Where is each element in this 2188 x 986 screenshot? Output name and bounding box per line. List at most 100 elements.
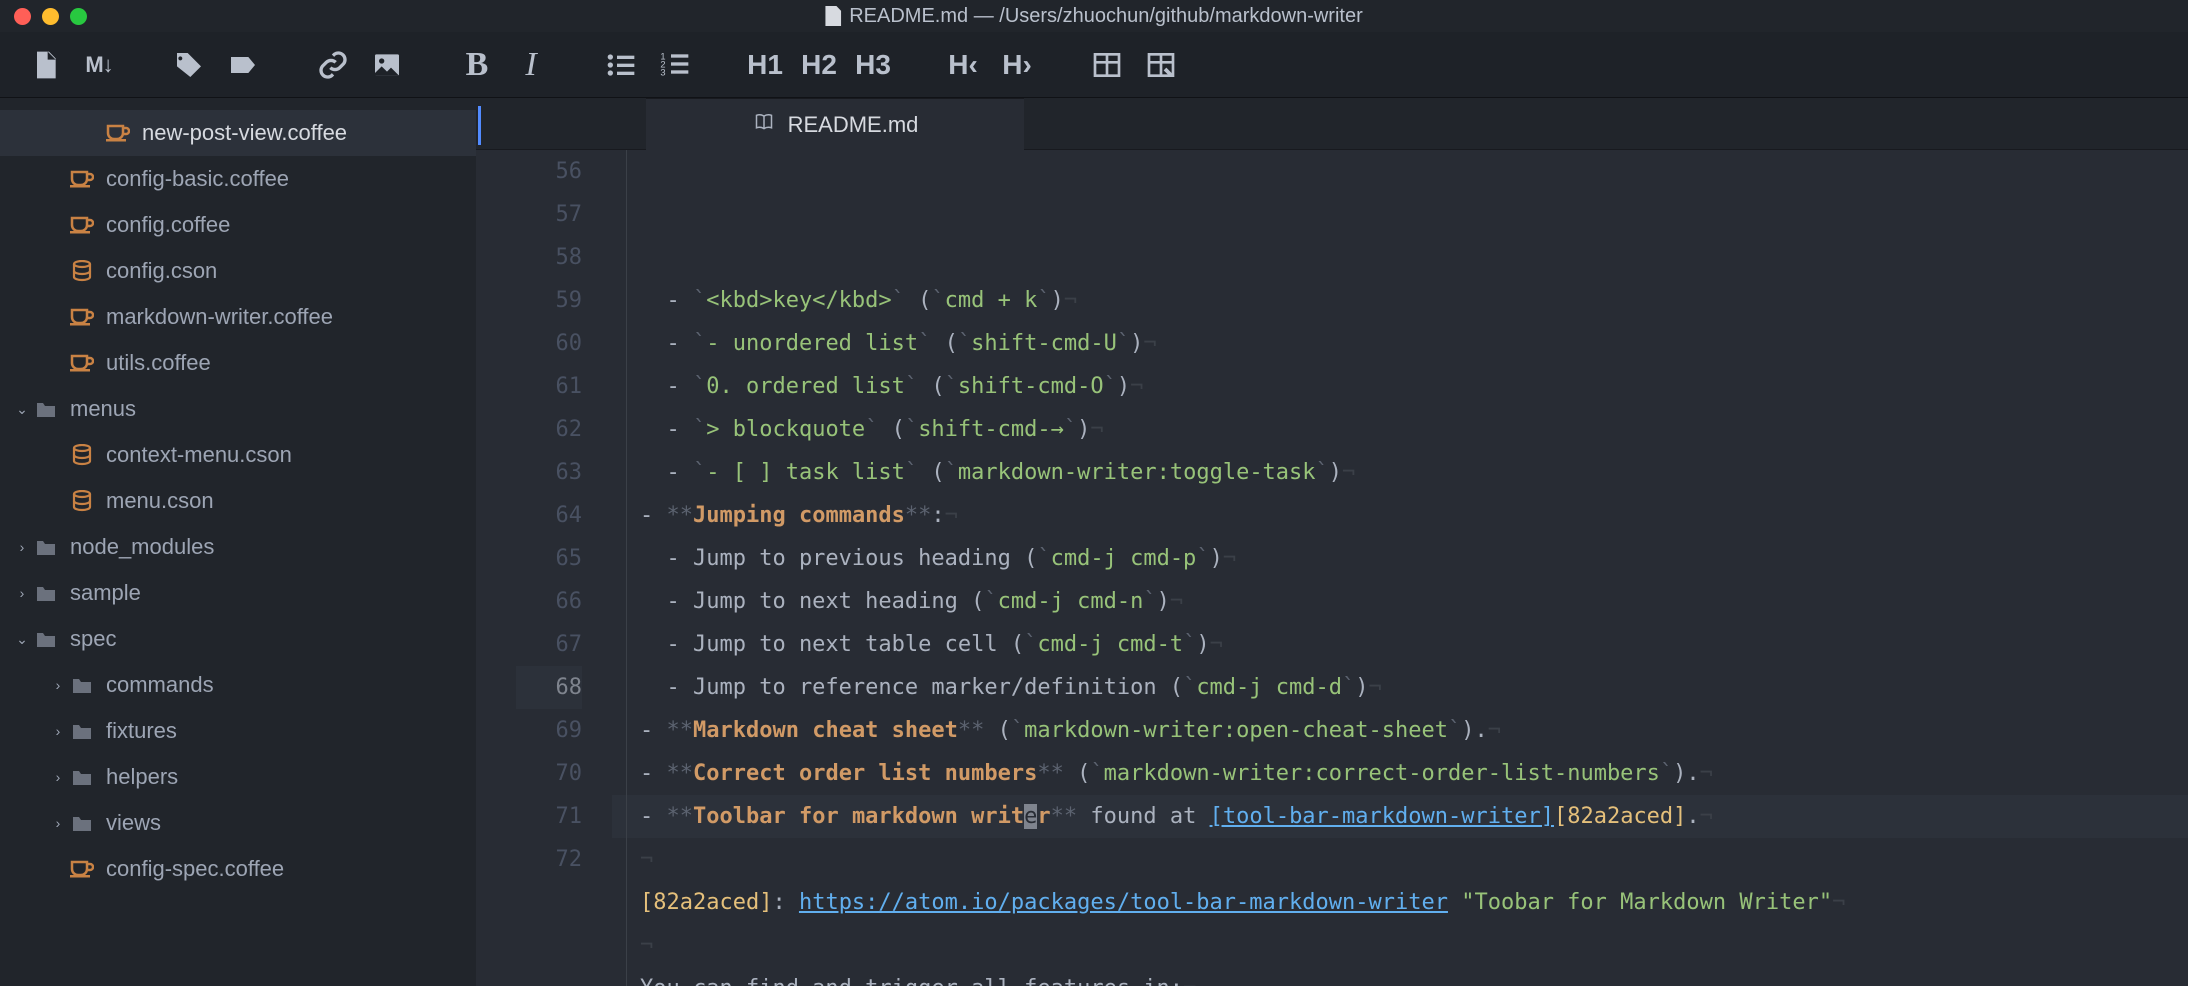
book-icon bbox=[752, 112, 776, 138]
code-line[interactable]: ¬ bbox=[612, 924, 2188, 967]
line-number[interactable]: 69 bbox=[516, 709, 582, 752]
tab-bar-empty[interactable] bbox=[1024, 98, 2188, 150]
line-number[interactable]: 58 bbox=[516, 236, 582, 279]
tree-item-context-menu-cson[interactable]: context-menu.cson bbox=[0, 432, 476, 478]
code-line[interactable]: You can find and trigger all features in… bbox=[612, 967, 2188, 986]
tree-item-config-basic-coffee[interactable]: config-basic.coffee bbox=[0, 156, 476, 202]
tree-item-node-modules[interactable]: ›node_modules bbox=[0, 524, 476, 570]
line-number[interactable]: 71 bbox=[516, 795, 582, 838]
code-line[interactable]: ¬ bbox=[612, 838, 2188, 881]
h1-button[interactable]: H1 bbox=[738, 32, 792, 98]
tree-item-config-cson[interactable]: config.cson bbox=[0, 248, 476, 294]
code-line[interactable]: - `- [ ] task list` (`markdown-writer:to… bbox=[612, 451, 2188, 494]
tree-item-spec[interactable]: ⌄spec bbox=[0, 616, 476, 662]
line-number[interactable]: 65 bbox=[516, 537, 582, 580]
window-controls bbox=[14, 8, 87, 25]
window-title-text: README.md — /Users/zhuochun/github/markd… bbox=[849, 5, 1363, 28]
tree-item-helpers[interactable]: › helpers bbox=[0, 754, 476, 800]
code-line[interactable]: - `- unordered list` (`shift-cmd-U`)¬ bbox=[612, 322, 2188, 365]
table-button[interactable] bbox=[1080, 32, 1134, 98]
italic-button[interactable]: I bbox=[504, 32, 558, 98]
tree-item-config-coffee[interactable]: config.coffee bbox=[0, 202, 476, 248]
tree-item-label: views bbox=[106, 810, 161, 836]
tree-item-label: commands bbox=[106, 672, 214, 698]
tree-item-menu-cson[interactable]: menu.cson bbox=[0, 478, 476, 524]
bold-button[interactable]: B bbox=[450, 32, 504, 98]
tree-item-markdown-writer-coffee[interactable]: markdown-writer.coffee bbox=[0, 294, 476, 340]
line-number[interactable]: 59 bbox=[516, 279, 582, 322]
line-number[interactable]: 60 bbox=[516, 322, 582, 365]
tree-item-utils-coffee[interactable]: utils.coffee bbox=[0, 340, 476, 386]
tree-item-fixtures[interactable]: ›fixtures bbox=[0, 708, 476, 754]
tree-item-label: config.coffee bbox=[106, 212, 230, 238]
code-line[interactable]: - **Jumping commands**:¬ bbox=[612, 494, 2188, 537]
new-file-button[interactable] bbox=[18, 32, 72, 98]
chevron-icon: › bbox=[46, 677, 70, 693]
code-line[interactable]: - `> blockquote` (`shift-cmd-→`)¬ bbox=[612, 408, 2188, 451]
file-tree[interactable]: new-post-view.coffee config-basic.coffee… bbox=[0, 98, 476, 986]
line-number[interactable]: 68 bbox=[516, 666, 582, 709]
code-line[interactable]: - **Correct order list numbers** (`markd… bbox=[612, 752, 2188, 795]
tree-item-label: menu.cson bbox=[106, 488, 214, 514]
table-edit-button[interactable] bbox=[1134, 32, 1188, 98]
code-line[interactable]: - Jump to next heading (`cmd-j cmd-n`)¬ bbox=[612, 580, 2188, 623]
tree-item-commands[interactable]: › commands bbox=[0, 662, 476, 708]
code-line[interactable]: - `0. ordered list` (`shift-cmd-O`)¬ bbox=[612, 365, 2188, 408]
line-number[interactable]: 56 bbox=[516, 150, 582, 193]
label-button[interactable] bbox=[216, 32, 270, 98]
editor-pane: README.md 565758596061626364656667686970… bbox=[476, 98, 2188, 986]
minimize-window-button[interactable] bbox=[42, 8, 59, 25]
folder-icon bbox=[34, 581, 58, 605]
line-number[interactable]: 63 bbox=[516, 451, 582, 494]
line-number[interactable]: 66 bbox=[516, 580, 582, 623]
code-content[interactable]: - `<kbd>key</kbd>` (`cmd + k`)¬ - `- uno… bbox=[612, 150, 2188, 986]
heading-next-button[interactable]: H› bbox=[990, 32, 1044, 98]
line-number[interactable]: 70 bbox=[516, 752, 582, 795]
chevron-icon: › bbox=[46, 769, 70, 785]
svg-text:3: 3 bbox=[660, 67, 665, 77]
link-button[interactable] bbox=[306, 32, 360, 98]
line-number[interactable]: 62 bbox=[516, 408, 582, 451]
chevron-icon: › bbox=[10, 539, 34, 555]
chevron-icon: ⌄ bbox=[10, 401, 34, 418]
unordered-list-button[interactable] bbox=[594, 32, 648, 98]
chevron-icon: › bbox=[46, 815, 70, 831]
h2-button[interactable]: H2 bbox=[792, 32, 846, 98]
tree-item-label: helpers bbox=[106, 764, 178, 790]
coffee-icon bbox=[70, 213, 94, 237]
tree-item-label: config-basic.coffee bbox=[106, 166, 289, 192]
maximize-window-button[interactable] bbox=[70, 8, 87, 25]
code-line[interactable]: - **Toolbar for markdown writer** found … bbox=[612, 795, 2188, 838]
tree-item-new-post-view-coffee[interactable]: new-post-view.coffee bbox=[0, 110, 476, 156]
code-line[interactable]: - `<kbd>key</kbd>` (`cmd + k`)¬ bbox=[612, 279, 2188, 322]
ordered-list-button[interactable]: 123 bbox=[648, 32, 702, 98]
code-editor[interactable]: 5657585960616263646566676869707172 - `<k… bbox=[476, 150, 2188, 986]
code-line[interactable]: - Jump to next table cell (`cmd-j cmd-t`… bbox=[612, 623, 2188, 666]
chevron-icon: › bbox=[10, 585, 34, 601]
code-line[interactable]: - Jump to previous heading (`cmd-j cmd-p… bbox=[612, 537, 2188, 580]
tree-item-label: context-menu.cson bbox=[106, 442, 292, 468]
heading-prev-button[interactable]: H‹ bbox=[936, 32, 990, 98]
folder-icon bbox=[70, 673, 94, 697]
line-number[interactable]: 72 bbox=[516, 838, 582, 881]
tree-item-sample[interactable]: › sample bbox=[0, 570, 476, 616]
tree-item-menus[interactable]: ⌄menus bbox=[0, 386, 476, 432]
image-button[interactable] bbox=[360, 32, 414, 98]
line-number[interactable]: 61 bbox=[516, 365, 582, 408]
line-number[interactable]: 64 bbox=[516, 494, 582, 537]
tree-item-label: sample bbox=[70, 580, 141, 606]
code-line[interactable]: - **Markdown cheat sheet** (`markdown-wr… bbox=[612, 709, 2188, 752]
tag-button[interactable] bbox=[162, 32, 216, 98]
tree-item-label: config.cson bbox=[106, 258, 217, 284]
code-line[interactable]: - Jump to reference marker/definition (`… bbox=[612, 666, 2188, 709]
line-number[interactable]: 67 bbox=[516, 623, 582, 666]
markdown-button[interactable]: M↓ bbox=[72, 32, 126, 98]
code-line[interactable]: [82a2aced]: https://atom.io/packages/too… bbox=[612, 881, 2188, 924]
tab-readme[interactable]: README.md bbox=[646, 98, 1024, 150]
folder-icon bbox=[70, 811, 94, 835]
tree-item-config-spec-coffee[interactable]: config-spec.coffee bbox=[0, 846, 476, 892]
close-window-button[interactable] bbox=[14, 8, 31, 25]
line-number[interactable]: 57 bbox=[516, 193, 582, 236]
tree-item-views[interactable]: › views bbox=[0, 800, 476, 846]
h3-button[interactable]: H3 bbox=[846, 32, 900, 98]
